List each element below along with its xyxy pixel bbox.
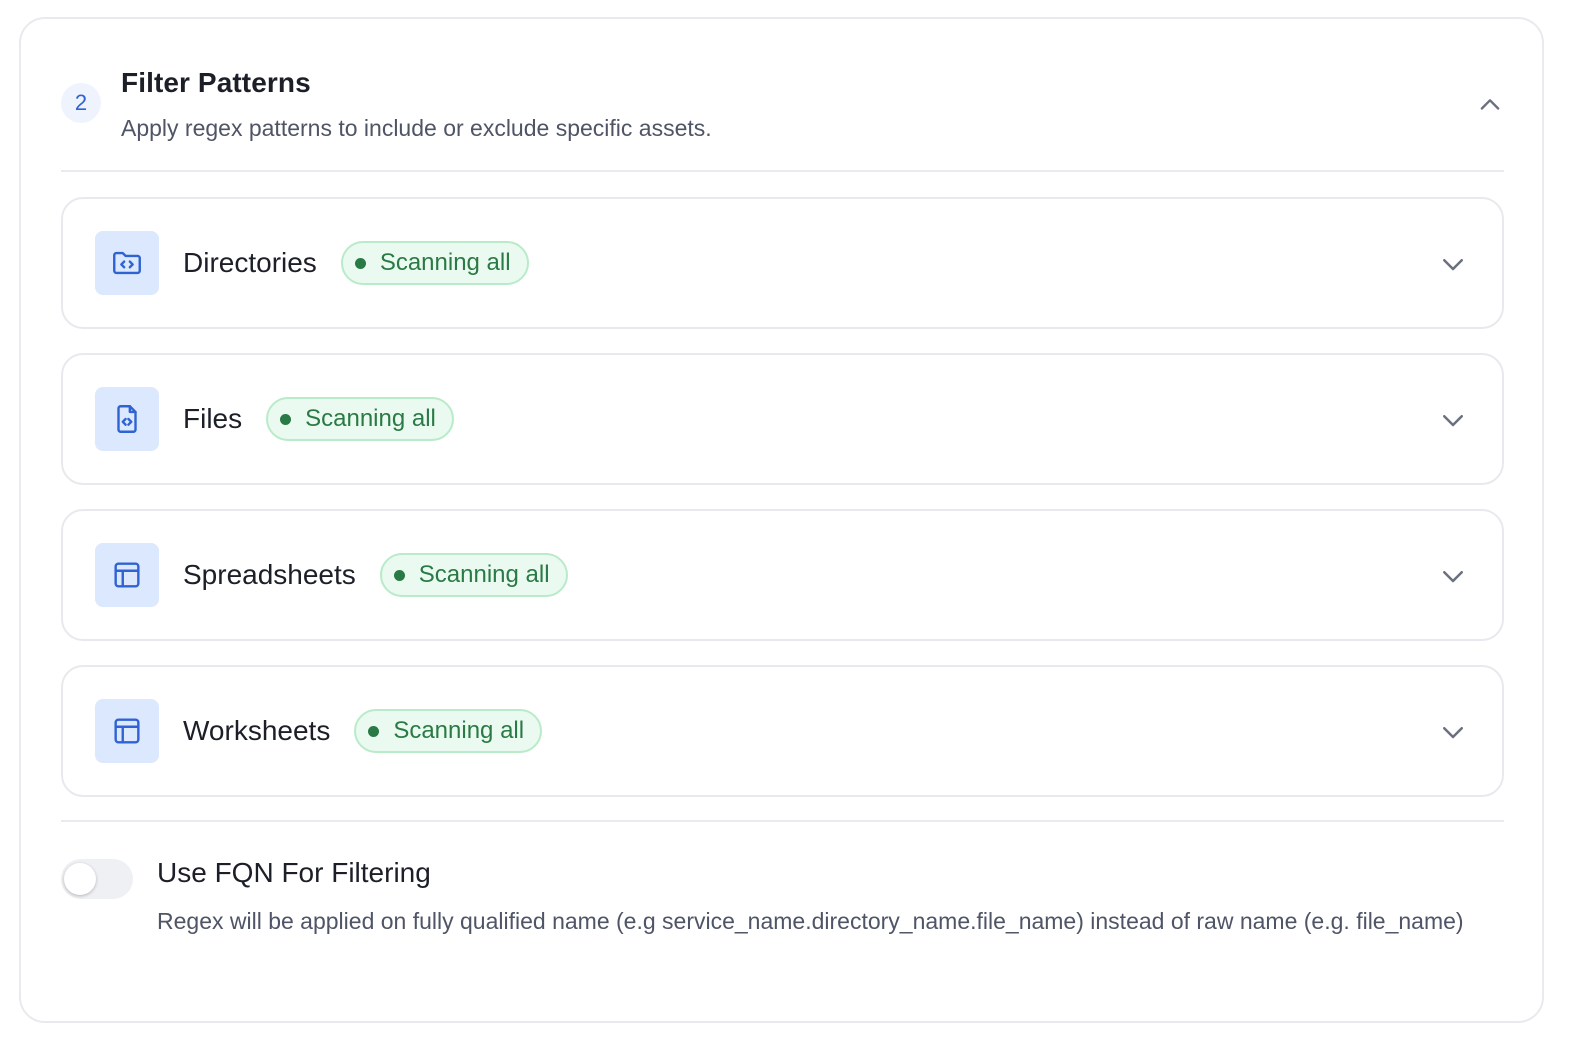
section-worksheets[interactable]: Worksheets Scanning all: [61, 665, 1504, 797]
status-dot: [393, 569, 405, 581]
section-directories[interactable]: Directories Scanning all: [61, 197, 1504, 329]
section-spreadsheets[interactable]: Spreadsheets Scanning all: [61, 509, 1504, 641]
chevron-down-icon[interactable]: [1438, 249, 1468, 279]
status-dot: [280, 413, 292, 425]
chevron-down-icon[interactable]: [1438, 717, 1468, 747]
card-subtitle: Apply regex patterns to include or exclu…: [121, 115, 712, 141]
folder-code-icon: [95, 231, 159, 295]
section-files[interactable]: Files Scanning all: [61, 353, 1504, 485]
section-title: Directories: [183, 247, 317, 278]
status-label: Scanning all: [393, 717, 525, 744]
status-dot: [368, 725, 380, 737]
filter-patterns-card: 2 Filter Patterns Apply regex patterns t…: [19, 17, 1544, 1023]
chevron-down-icon[interactable]: [1438, 405, 1468, 435]
divider: [61, 820, 1504, 822]
fqn-toggle-description: Regex will be applied on fully qualified…: [157, 908, 1464, 934]
chevron-up-icon[interactable]: [1476, 91, 1504, 119]
card-header[interactable]: 2 Filter Patterns Apply regex patterns t…: [61, 65, 1504, 173]
section-title: Spreadsheets: [183, 559, 356, 590]
fqn-toggle-switch[interactable]: [61, 859, 133, 899]
file-code-icon: [95, 387, 159, 451]
status-label: Scanning all: [305, 405, 436, 432]
fqn-filter-setting: Use FQN For Filtering Regex will be appl…: [61, 857, 1504, 997]
fqn-toggle-title: Use FQN For Filtering: [157, 857, 431, 888]
section-title: Worksheets: [183, 715, 331, 746]
status-dot: [354, 257, 366, 269]
step-number-badge: 2: [61, 83, 101, 123]
status-badge: Scanning all: [379, 553, 568, 597]
card-title: Filter Patterns: [121, 67, 311, 98]
status-badge: Scanning all: [266, 397, 454, 441]
chevron-down-icon[interactable]: [1438, 561, 1468, 591]
divider: [61, 170, 1504, 172]
section-title: Files: [183, 403, 243, 434]
table-icon: [95, 699, 159, 763]
toggle-knob: [64, 863, 96, 895]
status-badge: Scanning all: [354, 709, 543, 753]
status-label: Scanning all: [418, 561, 550, 588]
status-label: Scanning all: [379, 249, 511, 276]
status-badge: Scanning all: [340, 241, 529, 285]
table-icon: [95, 543, 159, 607]
